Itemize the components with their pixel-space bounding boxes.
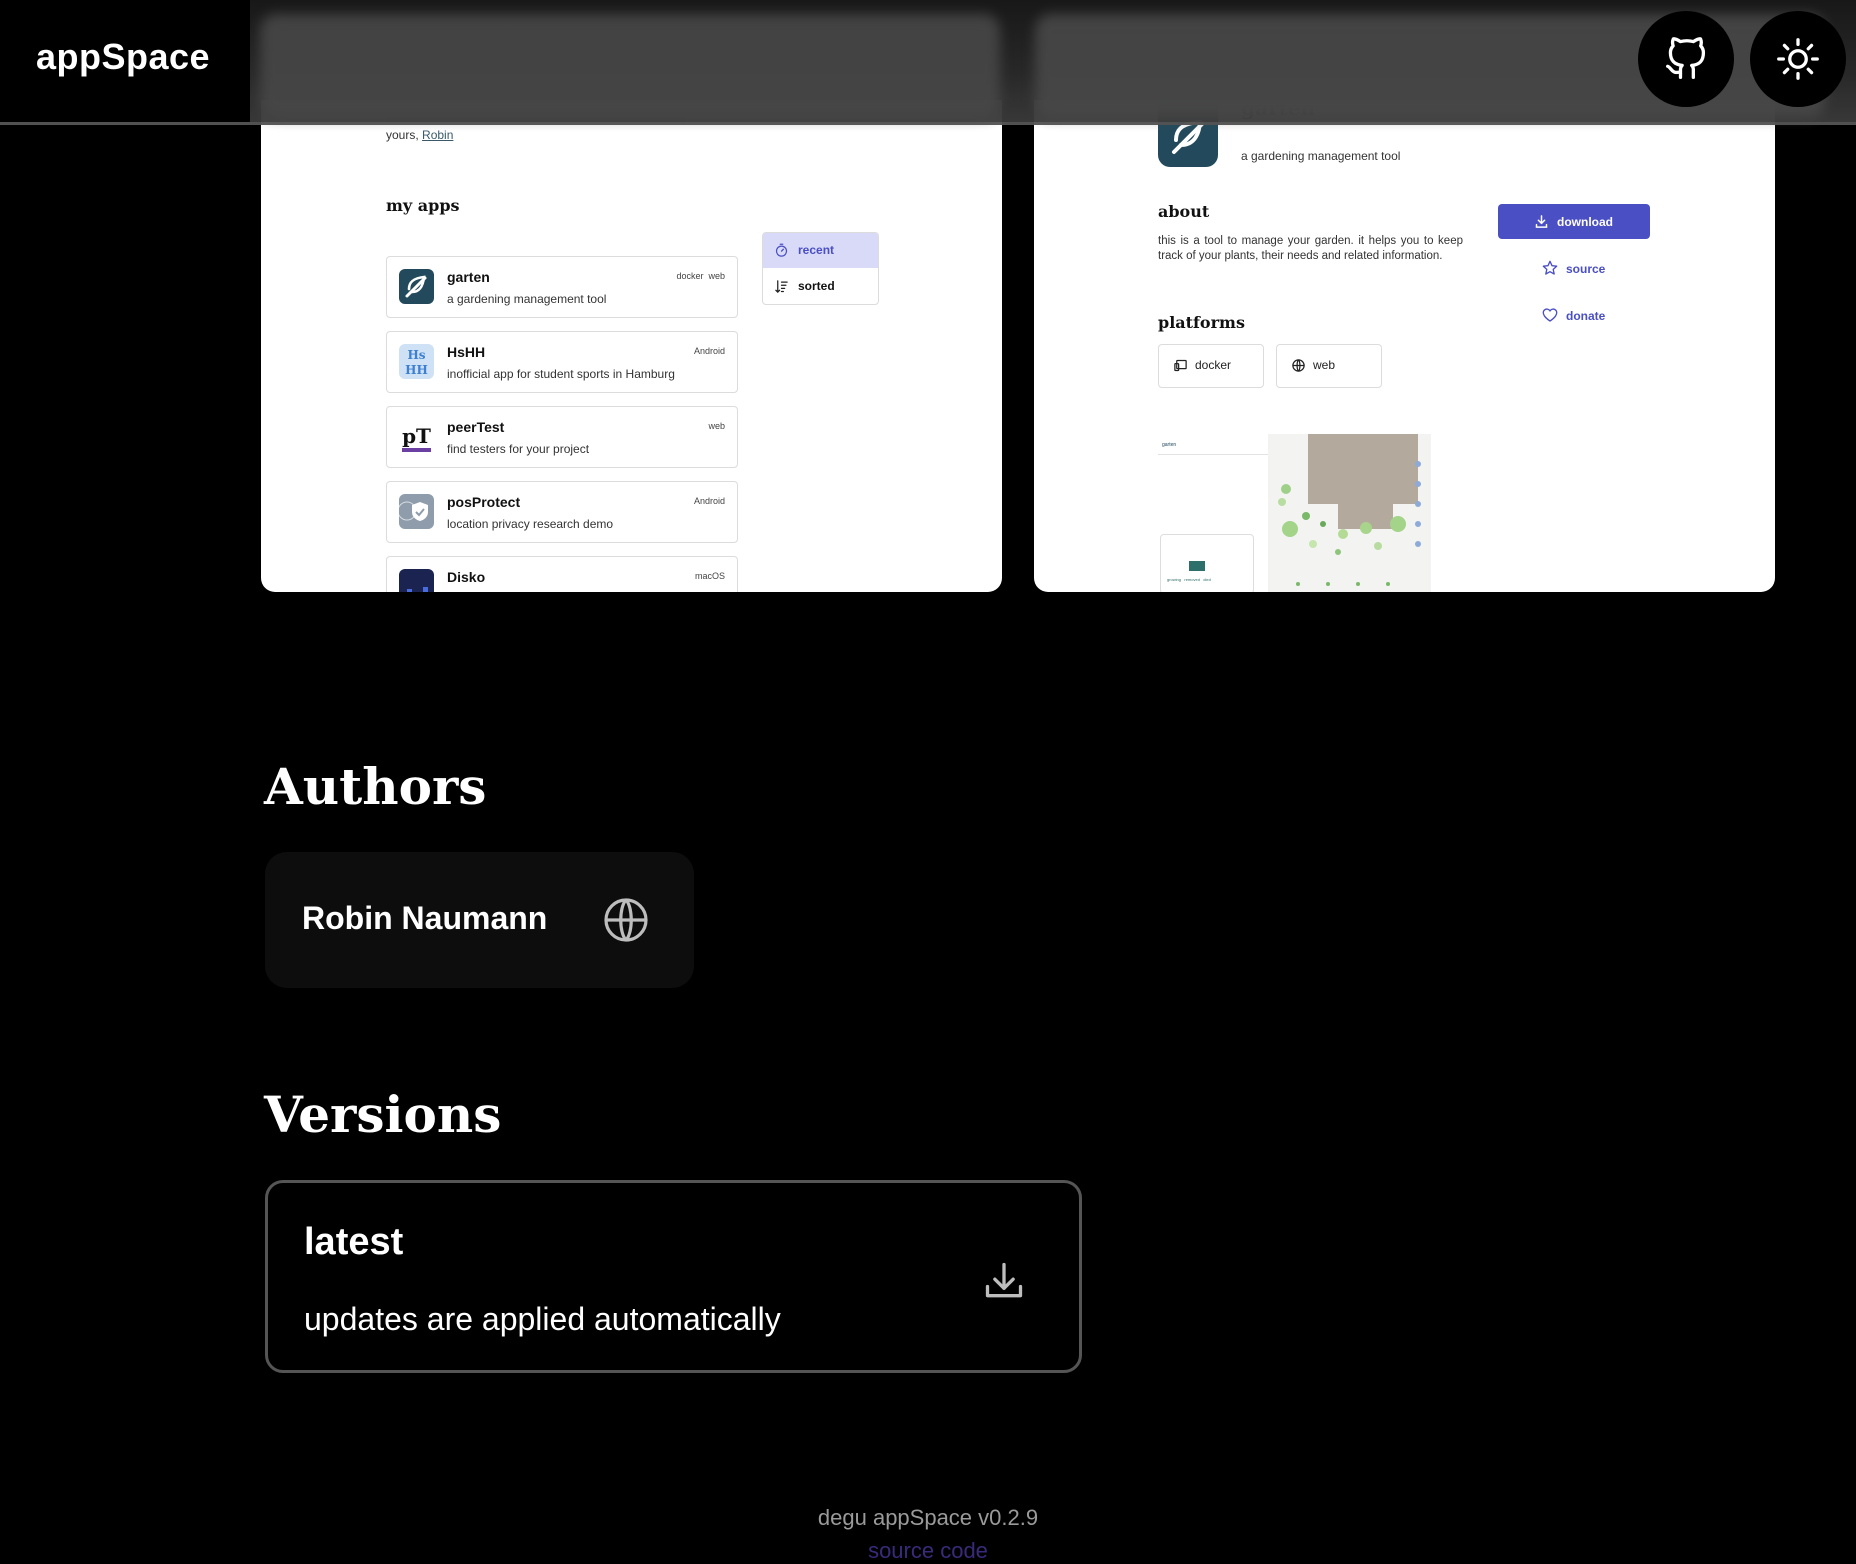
section-title-my-apps: my apps xyxy=(386,196,460,215)
sort-option-recent[interactable]: recent xyxy=(763,233,878,268)
about-heading: about xyxy=(1158,202,1210,221)
blurred-screenshot-top-left xyxy=(260,14,1000,118)
authors-heading: Authors xyxy=(264,757,487,816)
preview-tab: growing xyxy=(1167,577,1182,582)
preview-brand: garten xyxy=(1162,442,1177,448)
app-name: posProtect xyxy=(447,494,521,510)
screenshot-app-detail[interactable]: garten a gardening management tool about… xyxy=(1034,100,1775,592)
app-platforms: docker web xyxy=(676,271,725,281)
author-card[interactable]: Robin Naumann xyxy=(265,852,694,988)
donate-label: donate xyxy=(1566,309,1606,323)
preview-divider xyxy=(1158,454,1268,455)
app-list-item-hshh[interactable]: Hs HH HsHH inofficial app for student spo… xyxy=(386,331,738,393)
preview-tab: died xyxy=(1203,577,1211,582)
svg-text:HH: HH xyxy=(405,363,428,377)
leaf-icon xyxy=(399,269,434,304)
sort-icon xyxy=(775,280,788,294)
app-name: garten xyxy=(447,269,490,285)
download-icon xyxy=(1535,215,1548,228)
app-name: peerTest xyxy=(447,419,505,435)
footer-source-link[interactable]: source code xyxy=(0,1538,1856,1564)
platform-label: docker xyxy=(1195,358,1232,372)
app-name: HsHH xyxy=(447,344,486,360)
sort-option-label: recent xyxy=(798,243,835,257)
app-description: location privacy research demo xyxy=(447,517,614,531)
app-description: a gardening management tool xyxy=(447,292,607,306)
sort-menu: recent sorted xyxy=(762,232,879,305)
preview-tabs: growing removed died xyxy=(1167,577,1211,582)
app-list-item-posprotect[interactable]: posProtect location privacy research dem… xyxy=(386,481,738,543)
platform-docker-button[interactable]: docker xyxy=(1158,344,1264,388)
platform-label: web xyxy=(1313,358,1336,372)
logo-text[interactable]: appSpace xyxy=(36,36,210,78)
intro-text: yours, xyxy=(386,128,419,142)
author-name: Robin Naumann xyxy=(302,900,548,936)
heart-icon xyxy=(1542,308,1558,322)
detail-app-tagline: a gardening management tool xyxy=(1241,149,1401,163)
theme-toggle-button[interactable] xyxy=(1750,11,1846,107)
app-list-item-peertest[interactable]: pT peerTest find testers for your projec… xyxy=(386,406,738,468)
intro-author-link[interactable]: Robin xyxy=(422,128,453,142)
app-preview-screenshot[interactable]: garten growing removed died xyxy=(1158,434,1431,592)
version-card-latest[interactable]: latest updates are applied automatically xyxy=(265,1180,1082,1373)
app-list-item-disko[interactable]: Disko macOS xyxy=(386,556,738,592)
top-bar: appSpace xyxy=(0,0,1856,125)
app-platforms: macOS xyxy=(694,571,725,581)
shield-icon xyxy=(399,494,434,529)
about-text: this is a tool to manage your garden. it… xyxy=(1158,235,1463,262)
download-button[interactable]: download xyxy=(1498,204,1650,239)
device-icon xyxy=(1174,359,1187,372)
app-platforms: web xyxy=(708,421,725,431)
download-label: download xyxy=(1557,215,1613,229)
version-title: latest xyxy=(304,1221,404,1263)
timer-icon xyxy=(775,243,788,257)
app-platforms: Android xyxy=(693,496,725,506)
app-list-item-garten[interactable]: garten a gardening management tool docke… xyxy=(386,256,738,318)
intro-line: yours, Robin xyxy=(386,128,453,142)
source-link[interactable]: source xyxy=(1542,260,1632,280)
globe-icon[interactable] xyxy=(602,896,650,944)
globe-icon xyxy=(1292,359,1305,372)
sort-option-sorted[interactable]: sorted xyxy=(763,269,878,304)
github-button[interactable] xyxy=(1638,11,1734,107)
app-name: Disko xyxy=(447,569,486,585)
svg-text:Hs: Hs xyxy=(407,348,425,362)
sun-icon xyxy=(1777,38,1819,80)
screenshot-app-list[interactable]: yours, Robin my apps garten a gardening … xyxy=(261,100,1002,592)
preview-tab: removed xyxy=(1184,577,1200,582)
star-icon xyxy=(1542,260,1558,275)
preview-selected-tab xyxy=(1189,561,1205,571)
app-description: find testers for your project xyxy=(447,442,590,456)
version-description: updates are applied automatically xyxy=(304,1301,781,1337)
platform-web-button[interactable]: web xyxy=(1276,344,1382,388)
preview-plants xyxy=(1278,461,1421,586)
app-platforms: Android xyxy=(693,346,725,356)
github-icon xyxy=(1666,37,1706,79)
app-description: inofficial app for student sports in Ham… xyxy=(447,367,675,381)
sort-option-label: sorted xyxy=(798,279,835,293)
pt-icon: pT xyxy=(399,419,434,454)
donate-link[interactable]: donate xyxy=(1542,307,1632,327)
platforms-heading: platforms xyxy=(1158,313,1245,332)
disko-icon xyxy=(399,569,434,592)
source-label: source xyxy=(1566,262,1606,276)
logo[interactable]: appSpace xyxy=(0,0,250,122)
download-icon[interactable] xyxy=(982,1259,1026,1303)
footer-version: degu appSpace v0.2.9 xyxy=(817,1505,1039,1530)
preview-plant-panel: growing removed died xyxy=(1160,534,1254,592)
hshh-icon: Hs HH xyxy=(399,344,434,379)
svg-text:pT: pT xyxy=(402,424,431,448)
versions-heading: Versions xyxy=(264,1085,502,1144)
